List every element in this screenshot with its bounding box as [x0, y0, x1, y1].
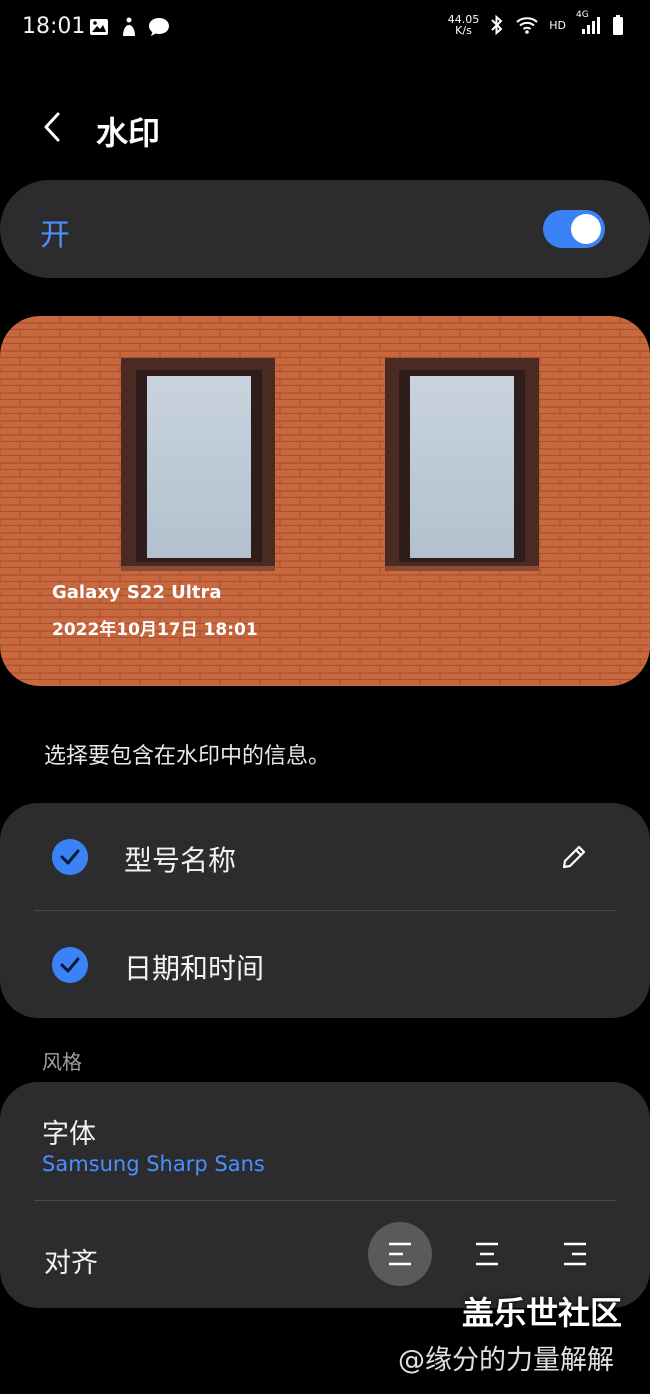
page-title: 水印	[96, 114, 161, 152]
accessibility-icon	[123, 17, 135, 36]
align-right-button[interactable]	[543, 1222, 607, 1286]
option-model-name[interactable]: 型号名称	[0, 803, 650, 910]
alignment-label: 对齐	[44, 1248, 98, 1279]
signal-bars-icon	[582, 17, 600, 34]
option-label: 日期和时间	[124, 952, 265, 985]
notification-icons	[88, 16, 170, 38]
font-setting-row[interactable]	[0, 1090, 650, 1198]
align-left-icon	[389, 1242, 411, 1266]
net-speed-unit: K/s	[455, 24, 472, 37]
status-right: 44.05 K/s HD 4G	[448, 10, 624, 36]
switch-knob	[571, 214, 601, 244]
option-label: 型号名称	[124, 844, 237, 877]
back-button[interactable]	[36, 110, 70, 144]
font-setting-title: 字体	[42, 1119, 96, 1150]
author-credit: @缘分的力量解解	[398, 1345, 614, 1376]
battery-icon	[613, 15, 623, 35]
status-bar: 18:01 44.05 K/s HD 4G	[0, 0, 650, 56]
font-setting-value: Samsung Sharp Sans	[42, 1152, 265, 1176]
chevron-left-icon	[44, 112, 60, 142]
description-text: 选择要包含在水印中的信息。	[44, 744, 331, 769]
edit-pencil-icon[interactable]	[560, 843, 588, 871]
preview-model-name: Galaxy S22 Ultra	[52, 582, 222, 603]
section-heading-style: 风格	[42, 1050, 82, 1074]
checkbox-date-time[interactable]	[52, 947, 88, 983]
master-toggle-label: 开	[40, 218, 70, 253]
net-speed: 44.05 K/s	[448, 14, 480, 36]
app-header: 水印	[0, 96, 650, 160]
checkbox-model-name[interactable]	[52, 839, 88, 875]
gallery-icon	[90, 19, 108, 35]
master-toggle-switch[interactable]	[543, 210, 605, 248]
wifi-icon	[516, 17, 538, 34]
align-center-button[interactable]	[455, 1222, 519, 1286]
chat-icon	[149, 18, 169, 36]
signal-icon: 4G	[576, 10, 602, 36]
align-center-icon	[476, 1242, 498, 1266]
status-time: 18:01	[22, 14, 86, 39]
info-options-card: 型号名称 日期和时间	[0, 803, 650, 1018]
align-right-icon	[564, 1242, 586, 1266]
community-watermark: 盖乐世社区	[462, 1294, 623, 1332]
preview-date-time: 2022年10月17日 18:01	[52, 620, 258, 640]
bluetooth-icon	[491, 15, 503, 35]
divider	[34, 1200, 616, 1201]
align-left-button[interactable]	[368, 1222, 432, 1286]
option-date-time[interactable]: 日期和时间	[0, 911, 650, 1018]
hd-label: HD	[549, 18, 566, 32]
